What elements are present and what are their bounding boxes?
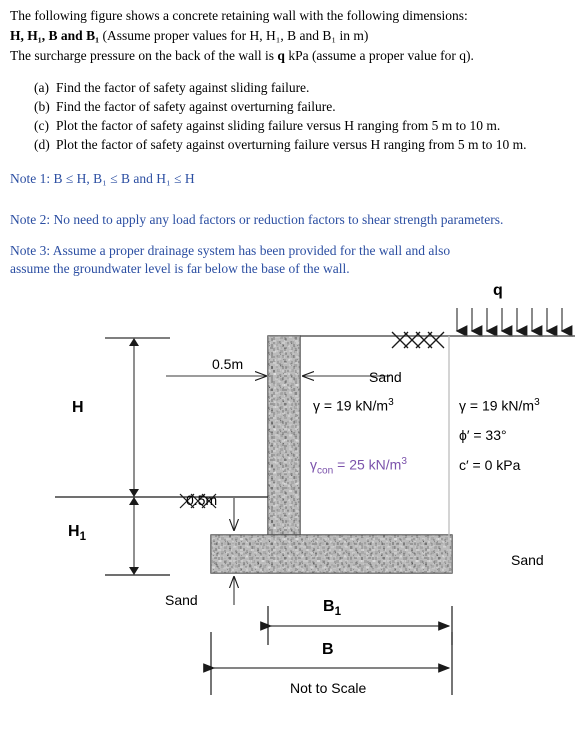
- surcharge-symbol: q: [277, 48, 285, 63]
- base-thickness-label: 0.5m: [186, 492, 218, 508]
- item-label: (b): [34, 99, 50, 114]
- scale-note-label: Not to Scale: [290, 680, 367, 696]
- surcharge-text-post: kPa (assume a proper value for q).: [284, 48, 474, 63]
- heel-width-label: B1: [323, 598, 341, 619]
- item-text: Plot the factor of safety against overtu…: [56, 137, 527, 152]
- item-label: (c): [34, 118, 49, 133]
- note-1: Note 1: B ≤ H, B₁ ≤ B and H₁ ≤ H: [10, 171, 195, 186]
- concrete-unit-weight-label: γcon = 25 kN/m3: [310, 456, 407, 477]
- base-width-label: B: [322, 641, 334, 658]
- stem-thickness-label: 0.5m: [212, 356, 244, 372]
- list-item: (a) Find the factor of safety against sli…: [34, 78, 574, 97]
- cohesion-label: c′ = 0 kPa: [459, 457, 521, 473]
- statement-line-3: The surcharge pressure on the back of th…: [10, 46, 580, 66]
- item-label: (a): [34, 80, 49, 95]
- ground-hatch-top-icon: [391, 331, 445, 349]
- dimension-symbols: H, H₁, B and B₁: [10, 28, 100, 43]
- note-3: Note 3: Assume a proper drainage system …: [10, 243, 451, 276]
- surcharge-label: q: [493, 282, 503, 299]
- soil-unit-weight-right-label: γ = 19 kN/m3: [459, 397, 540, 414]
- statement-line-1: The following figure shows a concrete re…: [10, 8, 468, 23]
- sand-label-backfill: Sand: [369, 369, 402, 385]
- wall-stem-texture: [268, 336, 300, 535]
- soil-unit-weight-left-label: γ = 19 kN/m3: [313, 397, 394, 414]
- list-item: (c) Plot the factor of safety against sli…: [34, 116, 574, 135]
- sand-label-left: Sand: [165, 592, 198, 608]
- item-text: Find the factor of safety against slidin…: [56, 80, 310, 95]
- h-arrow-up-head: [129, 338, 139, 346]
- h1-arrow-up-head: [129, 497, 139, 505]
- list-item: (d) Plot the factor of safety against ove…: [34, 135, 574, 154]
- h1-arrow-down-head: [129, 567, 139, 575]
- list-item: (b) Find the factor of safety against ove…: [34, 97, 574, 116]
- h-arrow-down-head: [129, 489, 139, 497]
- h-dimension-arrow: [133, 342, 135, 493]
- base-slab-texture: [211, 535, 452, 573]
- item-label: (d): [34, 137, 50, 152]
- sand-label-right: Sand: [511, 552, 544, 568]
- retaining-wall-drawing: [55, 308, 575, 695]
- problem-statement: The following figure shows a concrete re…: [10, 6, 580, 66]
- surcharge-arrows: [455, 308, 573, 337]
- retaining-wall-figure: q 0.5m 0.5m H H1 B B1 Sand Sand Sand γ =…: [0, 280, 586, 740]
- embedment-label: H1: [68, 523, 86, 544]
- statement-line-2: H, H₁, B and B₁ (Assume proper values fo…: [10, 26, 580, 46]
- item-text: Plot the factor of safety against slidin…: [56, 118, 501, 133]
- friction-angle-label: ϕ′ = 33°: [459, 427, 507, 443]
- height-label: H: [72, 399, 84, 416]
- surcharge-text-pre: The surcharge pressure on the back of th…: [10, 48, 278, 63]
- item-text: Find the factor of safety against overtu…: [56, 99, 336, 114]
- sub-questions-list: (a) Find the factor of safety against sli…: [34, 78, 574, 154]
- dimension-symbols-note: (Assume proper values for H, H₁, B and B…: [99, 28, 369, 43]
- note-2: Note 2: No need to apply any load factor…: [10, 212, 504, 227]
